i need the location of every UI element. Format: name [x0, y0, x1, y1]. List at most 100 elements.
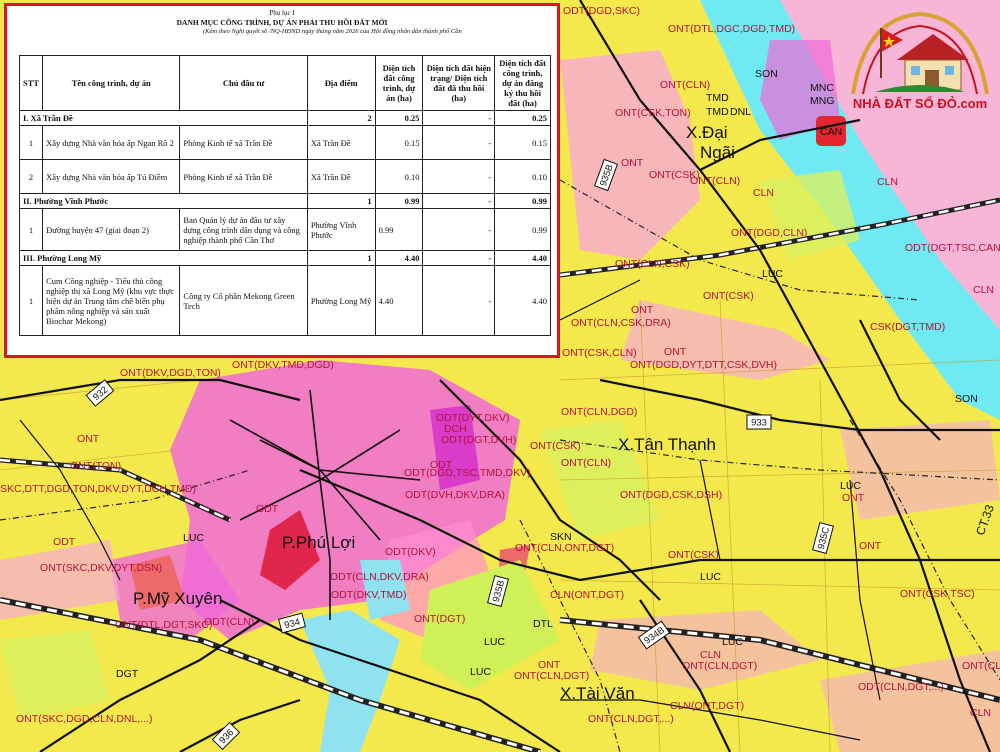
section-area: 0.25 — [374, 110, 424, 126]
landuse-label: CLN — [877, 176, 898, 188]
appendix-label: Phụ lục I — [269, 9, 295, 17]
project-list-panel: Phụ lục I DANH MỤC CÔNG TRÌNH, DỰ ÁN PHẢ… — [4, 3, 560, 358]
landuse-label: SON — [755, 68, 778, 80]
section-register: 0.25 — [494, 110, 551, 126]
landuse-label: ONT — [631, 304, 654, 316]
landuse-label: ONT(DGD,DYT,DTT,CSK,DVH) — [630, 359, 777, 371]
landuse-label: CLN — [753, 187, 774, 199]
section-name: III. Phường Long Mỹ — [19, 250, 308, 266]
road-933: 933 — [751, 418, 767, 429]
landuse-label: ONT(CLN,CSK,DRA) — [571, 317, 671, 329]
landuse-label: ODT — [53, 536, 76, 548]
section-recovered: - — [422, 250, 496, 266]
landuse-label: ONT — [621, 157, 644, 169]
landuse-label: ONT(CLN,DGT) — [962, 660, 1000, 672]
landuse-label: ONT(CLN) — [690, 175, 740, 187]
section-name: II. Phường Vĩnh Phước — [19, 193, 308, 209]
landuse-label: ONT(CLN) — [561, 457, 611, 469]
header-area: Diện tích đất công trình, dự án (ha) — [374, 55, 424, 111]
landuse-label: CSK(DGT,TMD) — [870, 321, 945, 333]
landuse-label: ONT(CSK,TON) — [615, 107, 691, 119]
landuse-label: SKC,DTT,DGD,TON,DKV,DYT,DCH,TMD) — [0, 483, 196, 495]
landuse-label: TMD — [706, 92, 729, 104]
landuse-label: ONT(DKV,DGD,TON) — [120, 367, 221, 379]
header-place: Địa điểm — [306, 55, 376, 111]
place-tai-van: X.Tài Văn — [560, 684, 635, 703]
header-name: Tên công trình, dự án — [42, 55, 181, 111]
place-dai-ngai-2: Ngãi — [700, 143, 735, 162]
landuse-label: ODT(DGT,DVH) — [441, 434, 516, 446]
landuse-label: ONT — [538, 659, 561, 671]
section-row: I. Xã Trần Đề 2 0.25 - 0.25 — [19, 110, 551, 126]
landuse-label: ONT(DKV,TMD,DGD) — [232, 359, 334, 371]
header-stt: STT — [18, 55, 44, 111]
header-owner: Chủ đầu tư — [179, 55, 308, 111]
place-my-xuyen: P.Mỹ Xuyên — [133, 589, 222, 608]
landuse-label: ONT — [77, 433, 100, 445]
logo-brand-text: NHÀ ĐẤT SỔ ĐỎ.com — [852, 96, 988, 111]
landuse-label: LUC — [183, 532, 204, 544]
landuse-label: ONT(DTL,DGT,SKC) — [115, 619, 212, 631]
landuse-label: DTL — [533, 618, 553, 630]
landuse-label: LUC — [722, 636, 743, 648]
landuse-label: ONT(CLN,DGD) — [561, 406, 637, 418]
table-row: 1 Cụm Công nghiệp - Tiểu thủ công nghiệp… — [18, 265, 551, 336]
landuse-label: CLN(ONT,DGT) — [550, 589, 624, 601]
landuse-label: ONT(CSK) — [703, 290, 754, 302]
landuse-label: ONT(DTL,DGC,DGD,TMD) — [668, 23, 795, 35]
landuse-label: ODT(DGD,SKC) — [563, 5, 640, 17]
landuse-label: LUC — [840, 480, 861, 492]
section-area: 4.40 — [374, 250, 424, 266]
landuse-label: LUC — [484, 636, 505, 648]
landuse-label: CAN — [820, 126, 842, 138]
landuse-label: ONT(CLN,DGT) — [514, 670, 589, 682]
section-recovered: - — [422, 110, 496, 126]
landuse-label: ONT(DGD,CLN) — [731, 227, 807, 239]
section-name: I. Xã Trần Đề — [19, 110, 308, 126]
landuse-label: ONT(CLN) — [660, 79, 710, 91]
landuse-label: LUC — [470, 666, 491, 678]
landuse-label: ODT(CLN,DGT,...) — [858, 681, 944, 693]
place-tan-thanh: X.Tân Thạnh — [618, 435, 716, 454]
landuse-label: LUC — [762, 268, 783, 280]
section-register: 0.99 — [494, 193, 551, 209]
place-dai-ngai-1: X.Đại — [686, 123, 728, 142]
landuse-label: DGT — [116, 668, 139, 680]
table-row: 1 Xây dựng Nhà văn hóa ấp Ngan Rô 2 Phòn… — [18, 125, 551, 160]
section-count: 2 — [306, 110, 376, 126]
landuse-label: ONT(DGT) — [414, 613, 465, 625]
landuse-label: ONT(CLN,CSK) — [615, 258, 690, 270]
landuse-label: CLN(ONT,DGT) — [670, 700, 744, 712]
landuse-label: ONT(CLN,DGT,...) — [588, 713, 674, 725]
landuse-label: ODT(DGD,TSC,TMD,DKV) — [404, 467, 531, 479]
landuse-label: ONT(CSK) — [530, 440, 581, 452]
header-register: Diện tích đất công trình, dự án đăng ký … — [494, 55, 551, 111]
landuse-label: ONT(CSK,TSC) — [900, 588, 975, 600]
landuse-label: ONT — [664, 346, 687, 358]
landuse-label: ONT(CLN,DGT) — [682, 660, 757, 672]
landuse-label: CLN — [973, 284, 994, 296]
nhadatsodo-logo[interactable]: NHÀ ĐẤT SỔ ĐỎ.com — [845, 8, 995, 118]
landuse-label: ONT(SKC,DKV,DYT,DSN) — [40, 562, 162, 574]
section-row: III. Phường Long Mỹ 1 4.40 - 4.40 — [19, 250, 551, 266]
landuse-label: TMD — [706, 106, 729, 118]
landuse-label: SON — [955, 393, 978, 405]
appendix-title: DANH MỤC CÔNG TRÌNH, DỰ ÁN PHẢI THU HỒI … — [176, 18, 388, 27]
landuse-label: MNG — [810, 95, 835, 107]
landuse-label: ONT(DGD,CSK,DSH) — [620, 489, 722, 501]
landuse-label: ONT(TON) — [70, 460, 121, 472]
landuse-label: DNL — [730, 106, 751, 118]
landuse-label: ODT(CLN,DKV,DRA) — [330, 571, 429, 583]
landuse-label: ONT — [842, 492, 865, 504]
landuse-label: CLN — [970, 707, 991, 719]
place-phu-loi: P.Phú Lợi — [282, 533, 355, 552]
house-logo-icon — [851, 11, 989, 95]
header-recovered: Diện tích đất hiện trạng/ Diện tích đất … — [422, 55, 496, 111]
landuse-label: ONT(SKC,DGD,CLN,DNL,...) — [16, 713, 153, 725]
project-table: STT Tên công trình, dự án Chủ đầu tư Địa… — [18, 55, 551, 336]
section-area: 0.99 — [374, 193, 424, 209]
landuse-label: ODT(DKV) — [385, 546, 436, 558]
landuse-label: ONT(CSK,CLN) — [562, 347, 637, 359]
table-row: 1 Đường huyện 47 (giai đoạn 2) Ban Quản … — [18, 208, 551, 251]
table-row: 2 Xây dựng Nhà văn hóa ấp Tú Điềm Phòng … — [18, 159, 551, 194]
